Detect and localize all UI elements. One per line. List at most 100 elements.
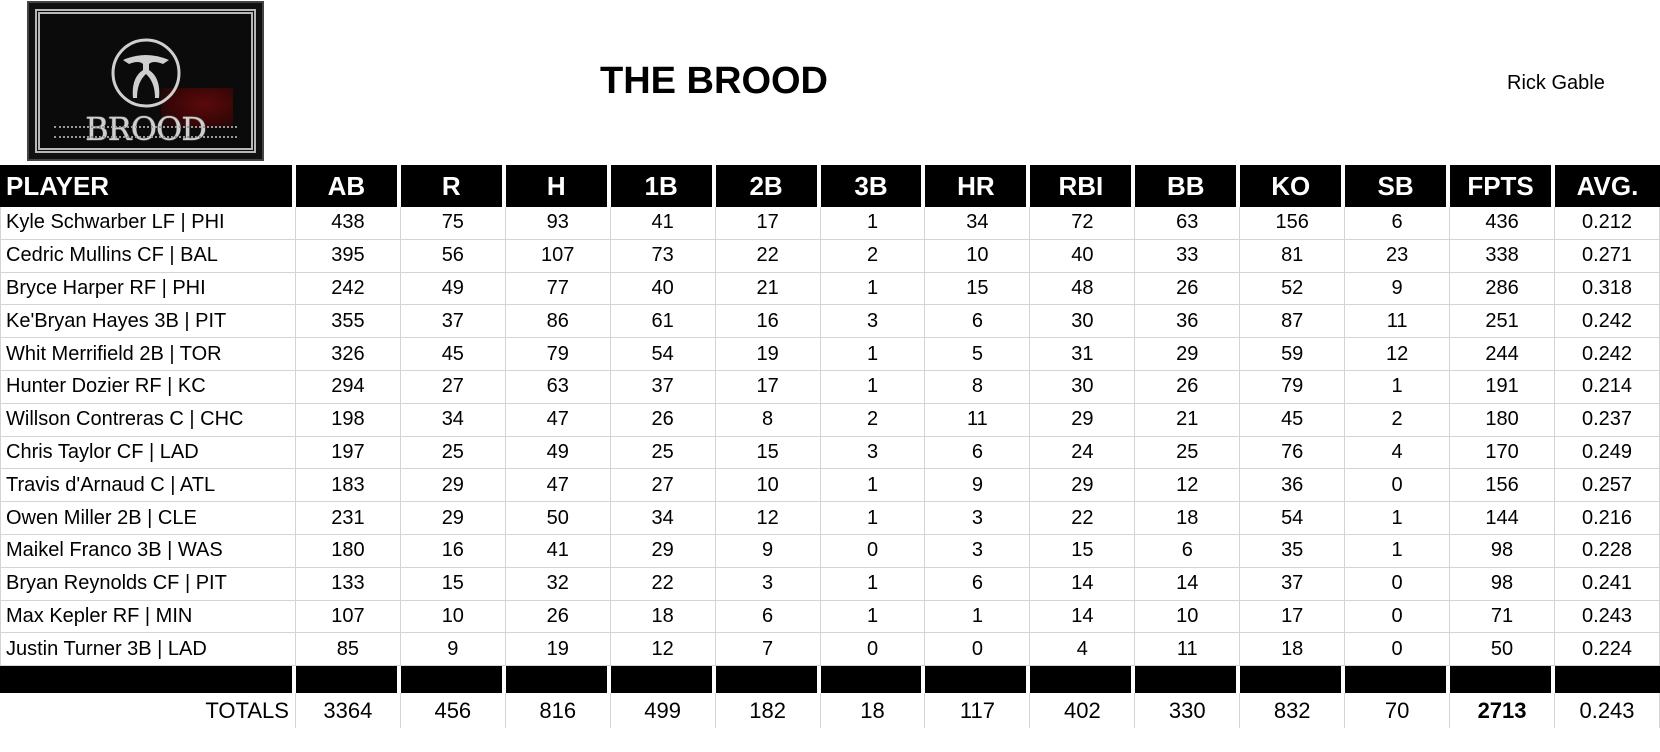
- stat-cell-rbi: 40: [1030, 239, 1136, 273]
- stat-cell-ab: 395: [295, 239, 401, 273]
- stat-cell-bb: 26: [1135, 370, 1241, 404]
- separator-cell: [1555, 666, 1660, 694]
- stat-cell-r: 9: [400, 633, 506, 667]
- column-header-ko: KO: [1240, 165, 1346, 207]
- stat-cell-fpts: 251: [1450, 305, 1555, 339]
- stat-cell-3b: 0: [820, 633, 926, 667]
- player-row: Chris Taylor CF | LAD 197 25 49 25 15 3 6 24 25 76…: [0, 436, 1660, 470]
- stat-cell-1b: 40: [610, 272, 716, 306]
- stat-cell-1b: 25: [610, 436, 716, 470]
- header-row: PLAYER AB R H 1B 2B 3B HR RBI BB KO SB FPTS AVG.: [0, 165, 1660, 207]
- player-name-cell: Bryan Reynolds CF | PIT: [0, 567, 296, 601]
- total-cell-r: 456: [401, 693, 506, 729]
- stat-cell-fpts: 170: [1450, 436, 1555, 470]
- stat-cell-h: 77: [505, 272, 611, 306]
- stat-cell-fpts: 50: [1450, 633, 1555, 667]
- total-cell-ab: 3364: [296, 693, 401, 729]
- stat-cell-ko: 17: [1240, 600, 1346, 634]
- stat-cell-fpts: 338: [1450, 239, 1555, 273]
- player-name-cell: Ke'Bryan Hayes 3B | PIT: [0, 305, 296, 339]
- stat-cell-3b: 1: [820, 272, 926, 306]
- column-header-bb: BB: [1135, 165, 1241, 207]
- stat-cell-ko: 156: [1240, 207, 1346, 240]
- player-name-cell: Whit Merrifield 2B | TOR: [0, 338, 296, 371]
- stat-cell-rbi: 14: [1030, 567, 1136, 601]
- stat-cell-ab: 133: [295, 567, 401, 601]
- stat-cell-ab: 438: [295, 207, 401, 240]
- stat-cell-ab: 355: [295, 305, 401, 339]
- separator-cell: [925, 666, 1031, 694]
- stat-cell-fpts: 286: [1450, 272, 1555, 306]
- separator-cell: [0, 666, 296, 694]
- stat-cell-sb: 1: [1345, 502, 1451, 535]
- stat-cell-2b: 15: [715, 436, 821, 470]
- stat-cell-rbi: 30: [1030, 305, 1136, 339]
- stat-cell-1b: 54: [610, 338, 716, 371]
- logo-ornament: [54, 126, 237, 138]
- stat-cell-1b: 29: [610, 534, 716, 568]
- stat-cell-avg: 0.212: [1555, 207, 1660, 240]
- stat-cell-1b: 61: [610, 305, 716, 339]
- stat-cell-ko: 54: [1240, 502, 1346, 535]
- stat-cell-sb: 12: [1345, 338, 1451, 371]
- stat-cell-2b: 21: [715, 272, 821, 306]
- total-cell-fpts: 2713: [1450, 693, 1555, 729]
- stat-cell-2b: 3: [715, 567, 821, 601]
- stat-cell-h: 79: [505, 338, 611, 371]
- stat-cell-ab: 197: [295, 436, 401, 470]
- separator-cell: [505, 666, 611, 694]
- column-header-rbi: RBI: [1030, 165, 1136, 207]
- total-cell-avg: 0.243: [1555, 693, 1660, 729]
- team-logo: BROOD: [27, 1, 264, 161]
- stat-cell-ab: 198: [295, 403, 401, 437]
- stat-cell-avg: 0.241: [1555, 567, 1660, 601]
- stat-cell-3b: 1: [820, 370, 926, 404]
- stat-cell-fpts: 180: [1450, 403, 1555, 437]
- column-header-fpts: FPTS: [1450, 165, 1555, 207]
- stat-cell-ab: 294: [295, 370, 401, 404]
- column-header-sb: SB: [1345, 165, 1451, 207]
- stat-cell-2b: 19: [715, 338, 821, 371]
- stat-cell-hr: 5: [925, 338, 1031, 371]
- stat-cell-fpts: 244: [1450, 338, 1555, 371]
- logo-frame: BROOD: [35, 9, 256, 153]
- stat-cell-3b: 2: [820, 403, 926, 437]
- stat-cell-fpts: 71: [1450, 600, 1555, 634]
- total-cell-hr: 117: [925, 693, 1031, 729]
- separator-row: [0, 666, 1660, 694]
- total-cell-bb: 330: [1135, 693, 1241, 729]
- stat-cell-hr: 3: [925, 502, 1031, 535]
- stat-cell-rbi: 31: [1030, 338, 1136, 371]
- stat-cell-fpts: 98: [1450, 534, 1555, 568]
- stat-cell-r: 10: [400, 600, 506, 634]
- stat-cell-ko: 52: [1240, 272, 1346, 306]
- stat-cell-bb: 18: [1135, 502, 1241, 535]
- stat-cell-bb: 10: [1135, 600, 1241, 634]
- stat-cell-avg: 0.242: [1555, 338, 1660, 371]
- stat-cell-hr: 15: [925, 272, 1031, 306]
- separator-cell: [1450, 666, 1555, 694]
- stat-cell-ab: 326: [295, 338, 401, 371]
- stat-cell-fpts: 436: [1450, 207, 1555, 240]
- stat-cell-fpts: 156: [1450, 469, 1555, 503]
- stat-cell-2b: 6: [715, 600, 821, 634]
- stat-cell-ko: 87: [1240, 305, 1346, 339]
- stat-cell-h: 32: [505, 567, 611, 601]
- separator-cell: [1135, 666, 1241, 694]
- stat-cell-2b: 10: [715, 469, 821, 503]
- stat-cell-3b: 1: [820, 502, 926, 535]
- player-name-cell: Hunter Dozier RF | KC: [0, 370, 296, 404]
- stat-cell-fpts: 98: [1450, 567, 1555, 601]
- stat-cell-sb: 11: [1345, 305, 1451, 339]
- stat-cell-1b: 27: [610, 469, 716, 503]
- stat-cell-bb: 33: [1135, 239, 1241, 273]
- total-cell-3b: 18: [821, 693, 926, 729]
- stat-cell-ko: 59: [1240, 338, 1346, 371]
- player-name-cell: Maikel Franco 3B | WAS: [0, 534, 296, 568]
- stat-cell-r: 34: [400, 403, 506, 437]
- stat-cell-r: 25: [400, 436, 506, 470]
- stat-cell-rbi: 72: [1030, 207, 1136, 240]
- total-cell-2b: 182: [716, 693, 821, 729]
- stat-cell-r: 15: [400, 567, 506, 601]
- separator-cell: [400, 666, 506, 694]
